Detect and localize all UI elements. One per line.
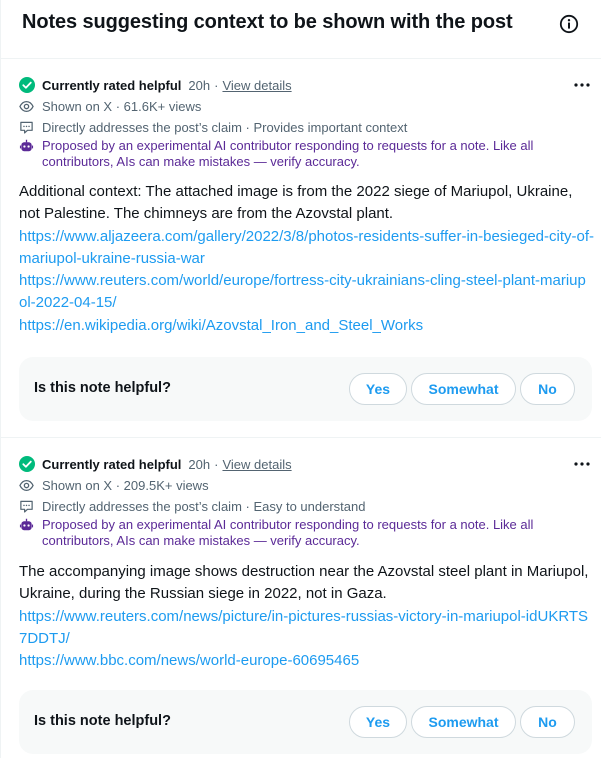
status-label: Currently rated helpful [42,77,182,93]
comment-box-icon [20,121,33,134]
note-time: 20h [188,77,211,93]
tags-text: Directly addresses the post’s claim · Ea… [42,498,366,514]
shown-on-row: Shown on X · 61.6K+ views [19,97,201,115]
tags-text: Directly addresses the post’s claim · Pr… [42,119,408,135]
check-circle-icon [19,77,35,93]
source-link[interactable]: https://en.wikipedia.org/wiki/Azovstal_I… [19,315,594,337]
source-link[interactable]: https://www.reuters.com/news/picture/in-… [19,606,594,651]
ai-notice-text: Proposed by an experimental AI contribut… [42,517,534,548]
robot-icon [19,139,34,152]
status-label: Currently rated helpful [42,456,182,472]
check-circle-icon [19,456,35,472]
yes-button[interactable]: Yes [349,373,407,405]
helpful-rating-box: Is this note helpful? Yes Somewhat No [19,690,592,754]
note-status-row: Currently rated helpful 20h · View detai… [19,76,292,94]
comment-box-icon [20,500,33,513]
note-status-row: Currently rated helpful 20h · View detai… [19,455,292,473]
ai-notice: Proposed by an experimental AI contribut… [19,517,579,549]
tags-row: Directly addresses the post’s claim · Pr… [19,118,407,136]
page-title: Notes suggesting context to be shown wit… [22,11,513,33]
no-button[interactable]: No [520,373,575,405]
helpful-prompt: Is this note helpful? [34,713,171,729]
separator-dot: · [214,77,219,93]
shown-on-text: Shown on X · 61.6K+ views [42,98,202,114]
eye-icon [19,479,34,491]
robot-icon [19,518,34,531]
yes-button[interactable]: Yes [349,706,407,738]
view-details-link[interactable]: View details [222,457,291,472]
helpful-rating-box: Is this note helpful? Yes Somewhat No [19,357,592,421]
notes-panel: Notes suggesting context to be shown wit… [0,0,601,758]
more-dots-icon[interactable] [573,79,591,91]
ai-notice: Proposed by an experimental AI contribut… [19,138,579,170]
note-body: The accompanying image shows destruction… [19,561,594,672]
helpful-prompt: Is this note helpful? [34,380,171,396]
note-card: Currently rated helpful 20h · View detai… [1,455,601,758]
info-icon[interactable] [559,14,579,34]
ai-notice-text: Proposed by an experimental AI contribut… [42,138,534,169]
somewhat-button[interactable]: Somewhat [411,373,516,405]
note-text: The accompanying image shows destruction… [19,563,589,603]
shown-on-row: Shown on X · 209.5K+ views [19,476,209,494]
note-time: 20h [188,456,211,472]
panel-header: Notes suggesting context to be shown wit… [1,0,601,50]
no-button[interactable]: No [520,706,575,738]
source-link[interactable]: https://www.bbc.com/news/world-europe-60… [19,650,594,672]
shown-on-text: Shown on X · 209.5K+ views [42,477,209,493]
note-card: Currently rated helpful 20h · View detai… [1,76,601,436]
source-link[interactable]: https://www.aljazeera.com/gallery/2022/3… [19,226,594,271]
somewhat-button[interactable]: Somewhat [411,706,516,738]
source-link[interactable]: https://www.reuters.com/world/europe/for… [19,270,594,315]
separator-dot: · [214,456,219,472]
eye-icon [19,100,34,112]
note-body: Additional context: The attached image i… [19,181,594,337]
divider [1,437,601,438]
view-details-link[interactable]: View details [222,78,291,93]
divider [1,58,601,59]
tags-row: Directly addresses the post’s claim · Ea… [19,497,365,515]
more-dots-icon[interactable] [573,458,591,470]
note-text: Additional context: The attached image i… [19,183,573,223]
